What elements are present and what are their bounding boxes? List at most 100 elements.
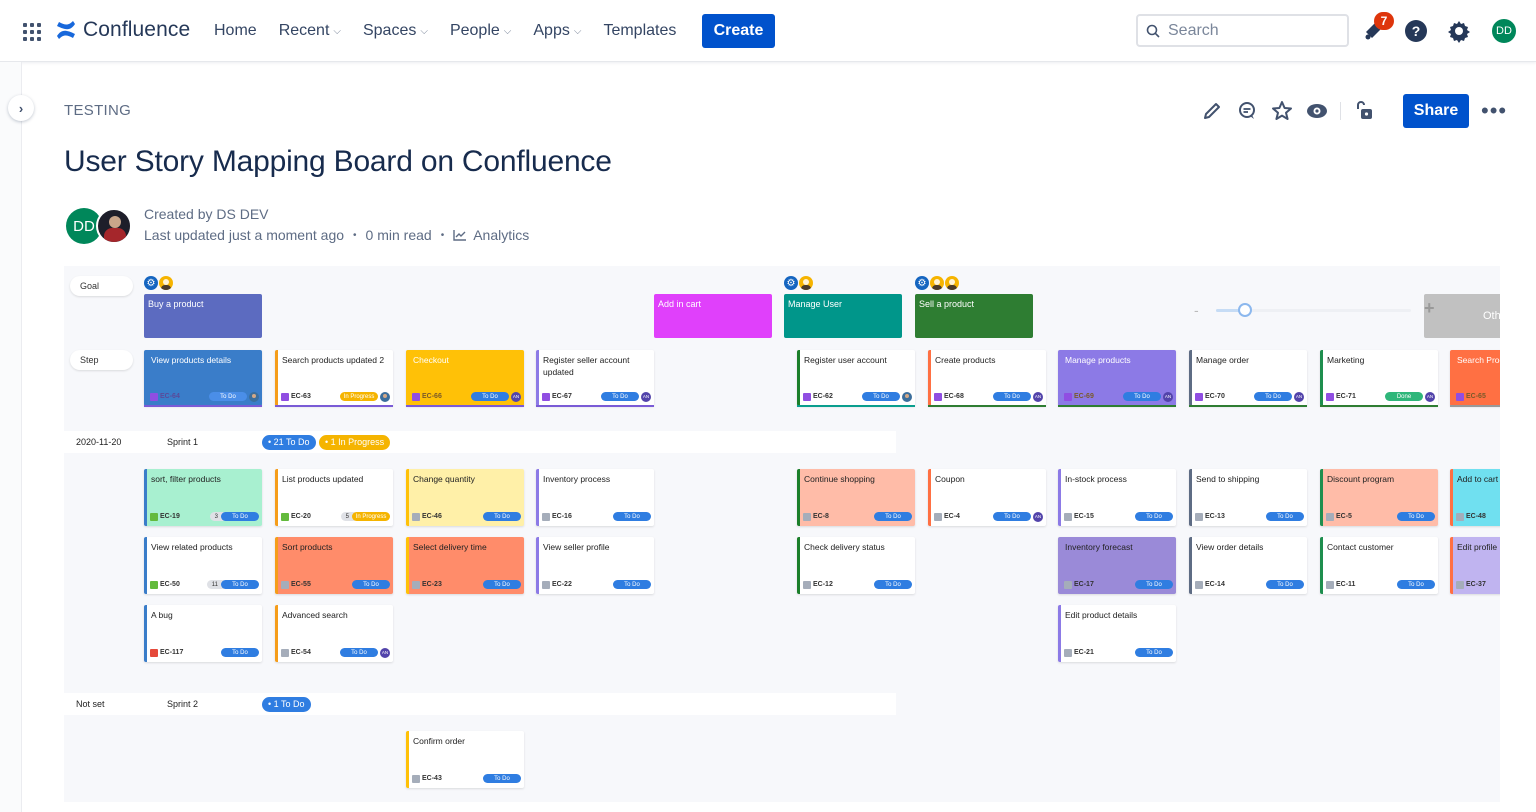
zoom-out-button[interactable]: - xyxy=(1194,302,1199,318)
status-badge[interactable]: To Do xyxy=(1397,580,1435,589)
issue-key[interactable]: EC-54 xyxy=(291,649,311,656)
status-badge[interactable]: To Do xyxy=(1135,512,1173,521)
status-badge[interactable]: To Do xyxy=(993,392,1031,401)
status-badge[interactable]: To Do xyxy=(352,580,390,589)
status-badge[interactable]: To Do xyxy=(483,580,521,589)
story-card[interactable]: View related products EC-50 11 To Do xyxy=(144,537,262,594)
issue-key[interactable]: EC-20 xyxy=(291,513,311,520)
share-button[interactable]: Share xyxy=(1403,94,1469,128)
story-card[interactable]: Edit profile EC-37 xyxy=(1450,537,1500,594)
zoom-handle[interactable] xyxy=(1238,303,1253,317)
status-badge[interactable]: To Do xyxy=(1135,648,1173,657)
user-avatar[interactable]: DD xyxy=(1491,18,1517,44)
star-icon[interactable] xyxy=(1270,99,1294,123)
assignee-avatar[interactable]: AN xyxy=(1033,391,1043,402)
issue-key[interactable]: EC-21 xyxy=(1074,649,1094,656)
story-card[interactable]: Send to shipping EC-13 To Do xyxy=(1189,469,1307,526)
assignee-avatar[interactable]: AN xyxy=(1033,511,1043,522)
nav-item-people[interactable]: People ⌵ xyxy=(450,20,511,42)
story-card[interactable]: Sort products EC-55 To Do xyxy=(275,537,393,594)
status-badge[interactable]: To Do xyxy=(1135,580,1173,589)
status-badge[interactable]: To Do xyxy=(862,392,900,401)
story-card[interactable]: Select delivery time EC-23 To Do xyxy=(406,537,524,594)
story-card[interactable]: Edit product details EC-21 To Do xyxy=(1058,605,1176,662)
goal-card[interactable]: Buy a product xyxy=(144,294,262,338)
status-badge[interactable]: To Do xyxy=(221,648,259,657)
story-card[interactable]: A bug EC-117 To Do xyxy=(144,605,262,662)
step-card[interactable]: Manage products EC-69 To Do AN xyxy=(1058,350,1176,407)
status-badge[interactable]: To Do xyxy=(483,774,521,783)
step-card[interactable]: Search products updated 2 EC-63 In Progres… xyxy=(275,350,393,407)
persona-avatar-icon[interactable] xyxy=(799,276,813,290)
issue-key[interactable]: EC-55 xyxy=(291,581,311,588)
issue-key[interactable]: EC-68 xyxy=(944,393,964,400)
step-card[interactable]: View products details EC-64 To Do xyxy=(144,350,262,407)
sprint-status-pill[interactable]: • 1 To Do xyxy=(262,696,311,712)
issue-key[interactable]: EC-4 xyxy=(944,513,960,520)
persona-avatar-icon[interactable] xyxy=(945,276,959,290)
status-badge[interactable]: To Do xyxy=(221,512,259,521)
status-badge[interactable]: To Do xyxy=(874,580,912,589)
confluence-logo[interactable]: Confluence xyxy=(55,18,190,42)
nav-item-home[interactable]: Home xyxy=(214,20,257,42)
assignee-avatar[interactable]: AN xyxy=(1425,391,1435,402)
story-card[interactable]: Continue shopping EC-8 To Do xyxy=(797,469,915,526)
issue-key[interactable]: EC-46 xyxy=(422,513,442,520)
status-badge[interactable]: To Do xyxy=(601,392,639,401)
sprint-status-pill[interactable]: • 21 To Do xyxy=(262,434,316,450)
status-badge[interactable]: To Do xyxy=(221,580,259,589)
unlocked-icon[interactable] xyxy=(1352,99,1376,123)
edit-pencil-icon[interactable] xyxy=(1200,99,1224,123)
sprint-name[interactable]: Sprint 2 xyxy=(167,699,198,709)
issue-key[interactable]: EC-43 xyxy=(422,775,442,782)
last-updated[interactable]: Last updated just a moment ago xyxy=(144,227,344,243)
comment-icon[interactable] xyxy=(1235,99,1259,123)
goal-card[interactable]: Sell a product xyxy=(915,294,1033,338)
issue-key[interactable]: EC-64 xyxy=(160,393,180,400)
analytics-link[interactable]: Analytics xyxy=(473,227,529,243)
status-badge[interactable]: To Do xyxy=(1266,512,1304,521)
status-badge[interactable]: In Progress xyxy=(352,512,390,521)
contributor-avatar[interactable] xyxy=(96,208,132,244)
issue-key[interactable]: EC-5 xyxy=(1336,513,1352,520)
status-badge[interactable]: To Do xyxy=(874,512,912,521)
story-card[interactable]: List products updated EC-20 5 In Progress xyxy=(275,469,393,526)
story-card[interactable]: Inventory process EC-16 To Do xyxy=(536,469,654,526)
issue-key[interactable]: EC-13 xyxy=(1205,513,1225,520)
issue-key[interactable]: EC-12 xyxy=(813,581,833,588)
more-actions-button[interactable]: ••• xyxy=(1481,100,1507,122)
created-by[interactable]: Created by DS DEV xyxy=(144,206,529,222)
assignee-avatar[interactable]: AN xyxy=(641,391,651,402)
assignee-avatar[interactable]: AN xyxy=(511,391,521,402)
assignee-avatar[interactable] xyxy=(902,391,912,402)
story-card[interactable]: Discount program EC-5 To Do xyxy=(1320,469,1438,526)
story-card[interactable]: Inventory forecast EC-17 To Do xyxy=(1058,537,1176,594)
assignee-avatar[interactable]: AN xyxy=(380,647,390,658)
story-card[interactable]: Check delivery status EC-12 To Do xyxy=(797,537,915,594)
step-card[interactable]: Register seller account updated EC-67 To D… xyxy=(536,350,654,407)
issue-key[interactable]: EC-117 xyxy=(160,649,183,656)
issue-key[interactable]: EC-67 xyxy=(552,393,572,400)
nav-item-spaces[interactable]: Spaces ⌵ xyxy=(363,20,428,42)
breadcrumb-space[interactable]: TESTING xyxy=(64,102,131,119)
issue-key[interactable]: EC-66 xyxy=(422,393,442,400)
watch-eye-icon[interactable] xyxy=(1305,99,1329,123)
issue-key[interactable]: EC-19 xyxy=(160,513,180,520)
status-badge[interactable]: To Do xyxy=(209,392,247,401)
status-badge[interactable]: To Do xyxy=(993,512,1031,521)
search-box[interactable] xyxy=(1136,14,1349,47)
story-card[interactable]: Contact customer EC-11 To Do xyxy=(1320,537,1438,594)
gear-icon[interactable]: ⚙ xyxy=(784,276,798,290)
status-badge[interactable]: To Do xyxy=(483,512,521,521)
issue-key[interactable]: EC-69 xyxy=(1074,393,1094,400)
nav-item-recent[interactable]: Recent ⌵ xyxy=(279,20,341,42)
issue-key[interactable]: EC-11 xyxy=(1336,581,1355,588)
status-badge[interactable]: Done xyxy=(1385,392,1423,401)
step-card[interactable]: Register user account EC-62 To Do xyxy=(797,350,915,407)
others-goal-card[interactable]: Others xyxy=(1424,294,1500,338)
app-switcher-icon[interactable] xyxy=(23,23,41,41)
issue-key[interactable]: EC-23 xyxy=(422,581,442,588)
story-card[interactable]: Add to cart EC-48 xyxy=(1450,469,1500,526)
issue-key[interactable]: EC-65 xyxy=(1466,393,1486,400)
story-card[interactable]: In-stock process EC-15 To Do xyxy=(1058,469,1176,526)
